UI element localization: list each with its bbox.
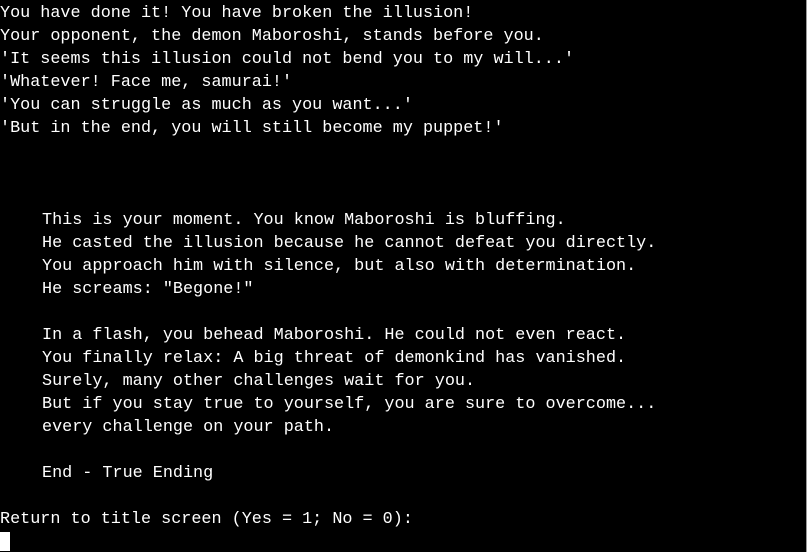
ending-label: End - True Ending [42,464,214,483]
intro-line: Your opponent, the demon Maboroshi, stan… [0,27,544,46]
story-line: He screams: "Begone!" [42,280,254,299]
return-prompt: Return to title screen (Yes = 1; No = 0)… [0,510,413,529]
story-line: In a flash, you behead Maboroshi. He cou… [42,326,627,345]
story-line: He casted the illusion because he cannot… [42,234,657,253]
intro-line: 'You can struggle as much as you want...… [0,96,413,115]
intro-line: 'Whatever! Face me, samurai!' [0,73,293,92]
terminal-window: You have done it! You have broken the il… [0,0,807,552]
intro-line: 'But in the end, you will still become m… [0,119,504,138]
story-line: every challenge on your path. [42,418,335,437]
text-cursor[interactable] [0,532,10,551]
story-line: You finally relax: A big threat of demon… [42,349,627,368]
story-line: This is your moment. You know Maboroshi … [42,211,566,230]
story-line: But if you stay true to yourself, you ar… [42,395,657,414]
intro-line: 'It seems this illusion could not bend y… [0,50,575,69]
intro-line: You have done it! You have broken the il… [0,4,474,23]
story-line: You approach him with silence, but also … [42,257,637,276]
story-line: Surely, many other challenges wait for y… [42,372,476,391]
